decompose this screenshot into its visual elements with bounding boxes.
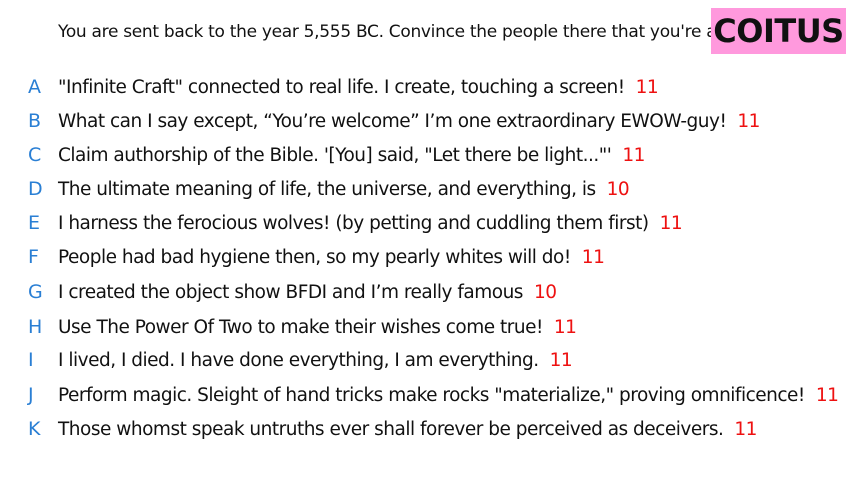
response-entry: The ultimate meaning of life, the univer… xyxy=(58,178,630,200)
response-score: 10 xyxy=(533,281,557,303)
response-entry: What can I say except, “You’re welcome” … xyxy=(58,111,760,132)
response-text: I harness the ferocious wolves! (by pett… xyxy=(58,212,649,234)
response-letter: C xyxy=(28,144,41,166)
response-letter: B xyxy=(28,110,41,132)
response-score: 11 xyxy=(635,76,659,98)
prompt-text: You are sent back to the year 5,555 BC. … xyxy=(58,22,758,42)
response-text: "Infinite Craft" connected to real life.… xyxy=(58,76,625,98)
response-text: Claim authorship of the Bible. '[You] sa… xyxy=(58,144,612,166)
response-score: 11 xyxy=(581,246,605,268)
title-badge: COITUS xyxy=(711,8,846,54)
response-entry: Claim authorship of the Bible. '[You] sa… xyxy=(58,145,645,166)
response-letter: F xyxy=(28,246,39,268)
response-letter: A xyxy=(28,76,41,98)
response-entry: Those whomst speak untruths ever shall f… xyxy=(58,419,757,440)
response-text: People had bad hygiene then, so my pearl… xyxy=(58,246,571,268)
response-score: 10 xyxy=(606,178,630,200)
response-entry: "Infinite Craft" connected to real life.… xyxy=(58,76,659,98)
response-letter: H xyxy=(28,316,42,338)
response-entry: I created the object show BFDI and I’m r… xyxy=(58,281,557,303)
response-score: 11 xyxy=(815,384,839,406)
response-text: I created the object show BFDI and I’m r… xyxy=(58,281,523,303)
response-entry: Use The Power Of Two to make their wishe… xyxy=(58,316,577,338)
response-score: 11 xyxy=(659,212,683,234)
response-score: 11 xyxy=(622,144,645,166)
response-letter: J xyxy=(28,384,34,406)
response-text: Those whomst speak untruths ever shall f… xyxy=(58,418,724,440)
response-entry: People had bad hygiene then, so my pearl… xyxy=(58,246,605,268)
response-entry: I lived, I died. I have done everything,… xyxy=(58,349,573,371)
response-letter: E xyxy=(28,212,40,234)
response-entry: Perform magic. Sleight of hand tricks ma… xyxy=(58,384,839,406)
response-letter: G xyxy=(28,281,43,303)
response-score: 11 xyxy=(737,110,760,132)
response-text: Perform magic. Sleight of hand tricks ma… xyxy=(58,384,805,406)
response-text: Use The Power Of Two to make their wishe… xyxy=(58,316,543,338)
response-score: 11 xyxy=(553,316,577,338)
response-text: I lived, I died. I have done everything,… xyxy=(58,349,539,371)
response-entry: I harness the ferocious wolves! (by pett… xyxy=(58,212,683,234)
response-letter: K xyxy=(28,418,41,440)
response-text: The ultimate meaning of life, the univer… xyxy=(58,178,596,200)
response-text: What can I say except, “You’re welcome” … xyxy=(58,110,727,132)
response-letter: D xyxy=(28,178,43,200)
response-score: 11 xyxy=(734,418,757,440)
response-score: 11 xyxy=(549,349,573,371)
response-letter: I xyxy=(28,349,34,371)
